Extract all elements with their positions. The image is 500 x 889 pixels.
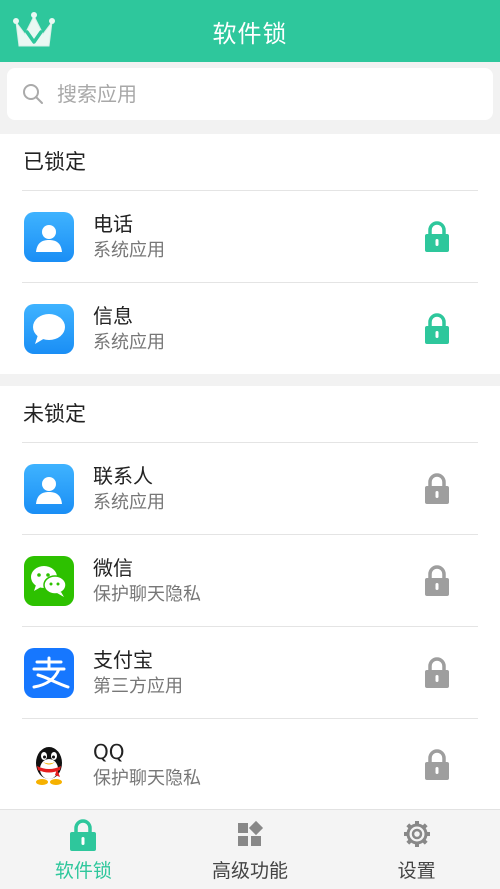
contact-icon	[24, 463, 74, 514]
crown-v-icon[interactable]	[12, 8, 56, 52]
app-row-alipay[interactable]: 支付宝 第三方应用	[0, 627, 500, 718]
alipay-icon	[24, 647, 74, 698]
app-subtitle: 第三方应用	[93, 675, 183, 697]
search-area	[0, 62, 500, 128]
app-row-qq[interactable]: QQ 保护聊天隐私	[0, 719, 500, 810]
lock-open-icon[interactable]	[424, 749, 450, 781]
page-title: 软件锁	[212, 19, 288, 48]
app-text: 联系人 系统应用	[93, 462, 165, 516]
lock-closed-icon[interactable]	[424, 221, 450, 253]
tab-label: 软件锁	[54, 860, 112, 882]
bottom-tab-bar: 软件锁 高级功能 设置	[0, 809, 500, 889]
app-row-messages[interactable]: 信息 系统应用	[0, 283, 500, 374]
app-name: 联系人	[93, 463, 153, 488]
app-name: 电话	[93, 211, 133, 236]
contact-icon	[24, 211, 74, 262]
app-subtitle: 保护聊天隐私	[93, 583, 201, 605]
app-subtitle: 系统应用	[93, 491, 165, 513]
search-icon	[23, 84, 43, 104]
app-subtitle: 系统应用	[93, 239, 165, 261]
app-name: 支付宝	[93, 647, 153, 672]
lock-open-icon[interactable]	[424, 657, 450, 689]
app-name: 信息	[93, 303, 133, 328]
app-text: 信息 系统应用	[93, 302, 165, 356]
app-row-wechat[interactable]: 微信 保护聊天隐私	[0, 535, 500, 626]
app-header: 软件锁	[0, 0, 500, 62]
app-row-phone[interactable]: 电话 系统应用	[0, 191, 500, 282]
grid-icon	[238, 820, 264, 846]
app-text: QQ 保护聊天隐私	[93, 738, 201, 792]
app-name: QQ	[93, 739, 125, 764]
app-row-contacts[interactable]: 联系人 系统应用	[0, 443, 500, 534]
gear-icon	[403, 821, 430, 847]
lock-open-icon[interactable]	[424, 473, 450, 505]
app-text: 电话 系统应用	[93, 210, 165, 264]
lock-open-icon[interactable]	[424, 565, 450, 597]
message-icon	[24, 303, 74, 354]
app-text: 微信 保护聊天隐私	[93, 554, 201, 608]
tab-advanced[interactable]: 高级功能	[167, 810, 334, 889]
tab-label: 高级功能	[212, 860, 289, 882]
tab-label: 设置	[397, 860, 436, 882]
search-box[interactable]	[7, 68, 493, 120]
section-title-unlocked: 未锁定	[23, 402, 86, 426]
tab-software-lock[interactable]: 软件锁	[0, 810, 167, 889]
lock-icon	[70, 819, 97, 851]
unlocked-section: 未锁定 联系人 系统应用 微信 保护聊天隐私 支付宝 第三方应用 QQ 保护聊天…	[0, 386, 500, 810]
app-subtitle: 保护聊天隐私	[93, 767, 201, 789]
search-input[interactable]	[55, 81, 439, 107]
app-subtitle: 系统应用	[93, 331, 165, 353]
app-text: 支付宝 第三方应用	[93, 646, 183, 700]
wechat-icon	[24, 555, 74, 606]
tab-settings[interactable]: 设置	[333, 810, 500, 889]
app-name: 微信	[93, 555, 133, 580]
section-title-locked: 已锁定	[23, 150, 86, 174]
qq-icon	[24, 739, 74, 790]
lock-closed-icon[interactable]	[424, 313, 450, 345]
locked-section: 已锁定 电话 系统应用 信息 系统应用	[0, 134, 500, 374]
